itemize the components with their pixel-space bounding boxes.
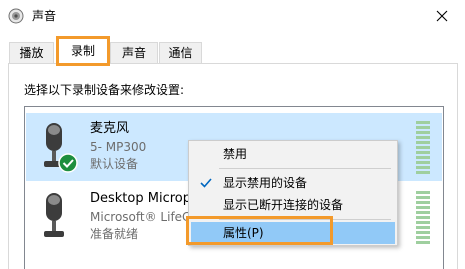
menu-separator: [219, 219, 391, 220]
window-title: 声音: [32, 9, 57, 23]
microphone-icon: [44, 193, 64, 237]
menu-item-show-disconnected[interactable]: 显示已断开连接的设备: [191, 194, 395, 216]
device-name: 麦克风: [90, 121, 130, 136]
context-menu: 禁用 显示禁用的设备 显示已断开连接的设备 属性(P): [188, 140, 398, 246]
menu-separator: [219, 168, 391, 169]
menu-item-label: 禁用: [223, 147, 248, 161]
speaker-icon: [8, 8, 24, 24]
instruction-text: 选择以下录制设备来修改设置:: [24, 83, 185, 97]
device-status: 准备就绪: [90, 227, 139, 241]
menu-item-show-disabled[interactable]: 显示禁用的设备: [191, 172, 395, 194]
menu-item-label: 显示禁用的设备: [223, 176, 308, 190]
close-icon: [436, 10, 448, 22]
green-check-icon: [58, 153, 78, 173]
device-description: 5- MP300: [90, 140, 147, 154]
menu-item-properties[interactable]: 属性(P): [191, 222, 395, 244]
check-icon: [200, 178, 212, 188]
close-button[interactable]: [419, 0, 465, 32]
tab-playback[interactable]: 播放: [9, 42, 54, 64]
menu-item-label: 显示已断开连接的设备: [223, 198, 344, 212]
level-meter: [416, 121, 430, 177]
menu-item-disable[interactable]: 禁用: [191, 143, 395, 165]
level-meter: [416, 191, 430, 247]
menu-item-label: 属性(P): [223, 226, 264, 240]
tab-sounds[interactable]: 声音: [110, 42, 158, 64]
device-status: 默认设备: [90, 157, 139, 171]
tab-recording[interactable]: 录制: [57, 38, 109, 64]
title-bar: 声音: [0, 0, 465, 32]
tab-strip: 播放 录制 声音 通信: [0, 38, 465, 64]
tab-communications[interactable]: 通信: [159, 42, 202, 64]
microphone-icon: [44, 123, 78, 173]
